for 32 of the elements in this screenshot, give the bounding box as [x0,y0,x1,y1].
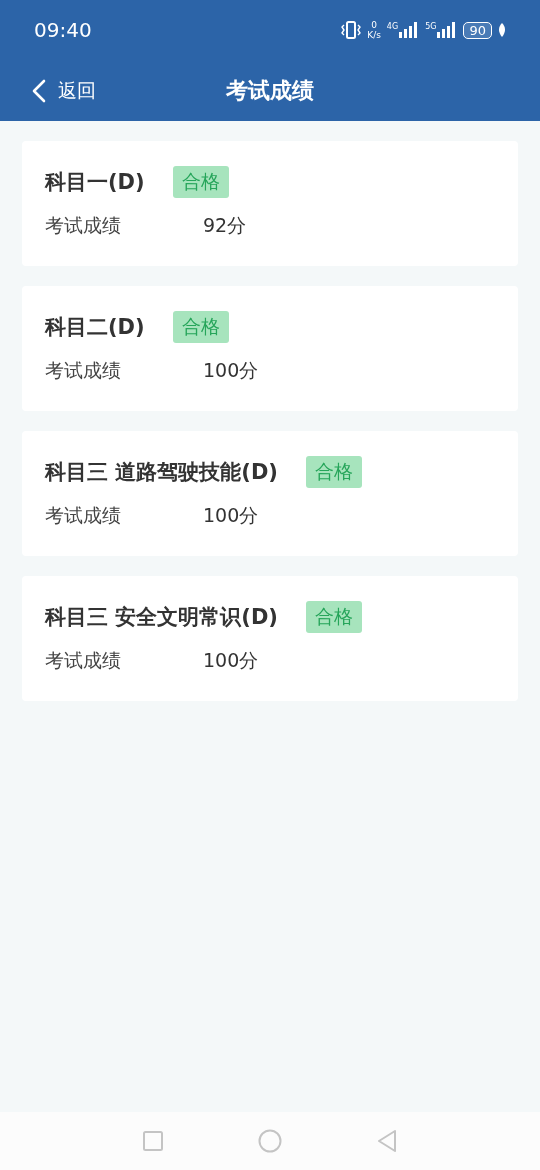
network-speed-unit: K/s [367,30,381,40]
back-button[interactable]: 返回 [32,77,96,104]
pass-badge: 合格 [305,456,362,488]
subject-name: 科目二(D) [45,314,145,341]
score-value: 100分 [203,648,259,673]
chevron-left-icon [32,78,46,103]
subject-name: 科目三 安全文明常识(D) [45,604,278,631]
network-type: 4G [386,22,399,31]
score-value: 100分 [203,503,259,528]
vibrate-icon [341,21,362,39]
score-value: 100分 [203,358,259,383]
score-label: 考试成绩 [45,358,122,383]
subject-name: 科目一(D) [45,169,145,196]
home-icon[interactable] [258,1129,282,1153]
score-label: 考试成绩 [45,213,122,238]
signal-icon [399,22,420,38]
score-label: 考试成绩 [45,503,122,528]
signal-icon [437,22,458,38]
battery-level: 90 [463,21,492,39]
pass-badge: 合格 [172,166,229,198]
pass-badge: 合格 [305,601,362,633]
subject-name: 科目三 道路驾驶技能(D) [45,459,278,486]
pass-badge: 合格 [172,311,229,343]
network-speed-value: 0 [371,20,377,30]
page-title: 考试成绩 [226,76,314,105]
leaf-icon [498,23,506,37]
back-icon[interactable] [376,1129,398,1153]
network-type: 5G [425,22,437,31]
clock-time: 09:40 [34,18,92,42]
score-label: 考试成绩 [45,648,122,673]
score-value: 92分 [203,213,247,238]
recent-apps-icon[interactable] [142,1130,164,1152]
